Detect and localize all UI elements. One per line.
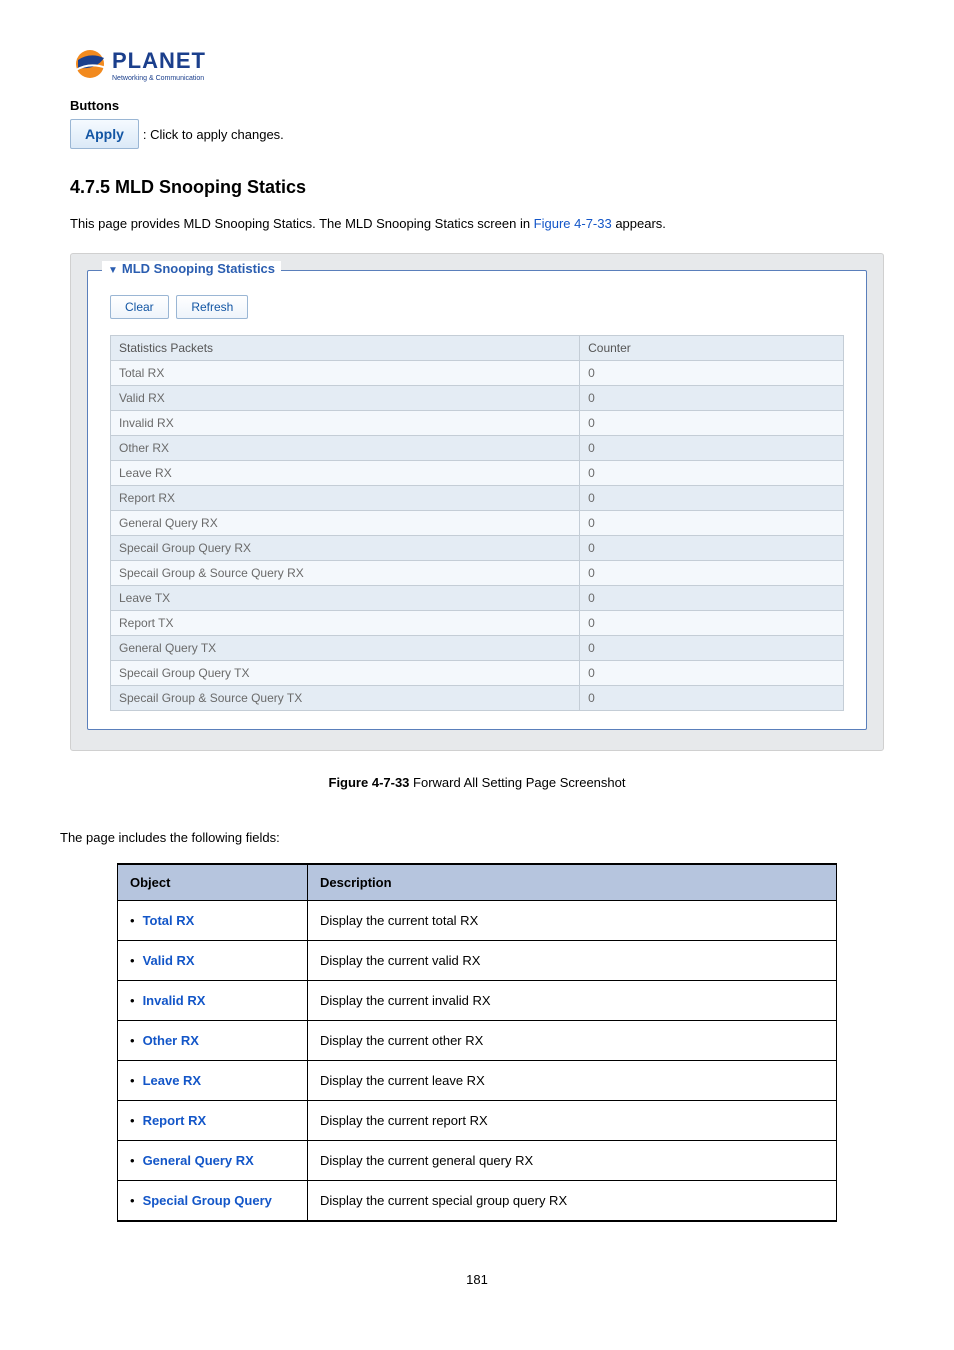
field-description: Display the current special group query … [308, 1181, 837, 1222]
fields-header-object: Object [118, 864, 308, 901]
table-row: Valid RX0 [111, 386, 844, 411]
stat-name: Specail Group & Source Query TX [111, 686, 580, 711]
fields-row: •Invalid RXDisplay the current invalid R… [118, 981, 837, 1021]
stat-value: 0 [580, 386, 844, 411]
stat-value: 0 [580, 436, 844, 461]
field-object: •Invalid RX [118, 981, 308, 1021]
stat-name: Report TX [111, 611, 580, 636]
stat-name: Valid RX [111, 386, 580, 411]
figure-caption: Figure 4-7-33 Forward All Setting Page S… [70, 775, 884, 790]
stat-value: 0 [580, 661, 844, 686]
apply-button[interactable]: Apply [70, 119, 139, 149]
screenshot-panel: ▼ MLD Snooping Statistics Clear Refresh S… [70, 253, 884, 751]
field-description: Display the current general query RX [308, 1141, 837, 1181]
field-description: Display the current other RX [308, 1021, 837, 1061]
table-row: Report TX0 [111, 611, 844, 636]
stat-value: 0 [580, 636, 844, 661]
field-description: Display the current valid RX [308, 941, 837, 981]
table-row: Leave TX0 [111, 586, 844, 611]
stat-value: 0 [580, 411, 844, 436]
stat-name: Leave TX [111, 586, 580, 611]
intro-post: appears. [612, 216, 666, 231]
stat-value: 0 [580, 586, 844, 611]
statistics-panel: ▼MLD Snooping Statistics Clear Refresh S… [87, 270, 867, 730]
field-description: Display the current total RX [308, 901, 837, 941]
refresh-button[interactable]: Refresh [176, 295, 248, 319]
fields-row: •Leave RXDisplay the current leave RX [118, 1061, 837, 1101]
stat-name: Report RX [111, 486, 580, 511]
stat-name: Total RX [111, 361, 580, 386]
table-row: General Query RX0 [111, 511, 844, 536]
panel-title: ▼ MLD Snooping Statistics [102, 261, 281, 276]
stat-value: 0 [580, 561, 844, 586]
table-row: Invalid RX0 [111, 411, 844, 436]
stats-header-counter: Counter [580, 336, 844, 361]
section-heading: 4.7.5 MLD Snooping Statics [70, 177, 884, 198]
intro-pre: This page provides MLD Snooping Statics.… [70, 216, 534, 231]
field-object: •Total RX [118, 901, 308, 941]
stat-value: 0 [580, 686, 844, 711]
stat-name: Invalid RX [111, 411, 580, 436]
figure-number: Figure 4-7-33 [329, 775, 410, 790]
stat-value: 0 [580, 461, 844, 486]
stat-value: 0 [580, 361, 844, 386]
field-description: Display the current leave RX [308, 1061, 837, 1101]
field-description: Display the current invalid RX [308, 981, 837, 1021]
stat-name: General Query RX [111, 511, 580, 536]
fields-header-description: Description [308, 864, 837, 901]
fields-row: •General Query RXDisplay the current gen… [118, 1141, 837, 1181]
fields-intro: The page includes the following fields: [60, 830, 884, 845]
brand-logo: PLANET Networking & Communication [70, 40, 884, 88]
stat-value: 0 [580, 486, 844, 511]
table-row: Total RX0 [111, 361, 844, 386]
figure-reference: Figure 4-7-33 [534, 216, 612, 231]
table-row: Specail Group & Source Query TX0 [111, 686, 844, 711]
field-object: •General Query RX [118, 1141, 308, 1181]
fields-row: •Report RXDisplay the current report RX [118, 1101, 837, 1141]
stat-value: 0 [580, 511, 844, 536]
stat-name: Specail Group & Source Query RX [111, 561, 580, 586]
stat-name: General Query TX [111, 636, 580, 661]
field-object: •Valid RX [118, 941, 308, 981]
stat-name: Other RX [111, 436, 580, 461]
field-description: Display the current report RX [308, 1101, 837, 1141]
figure-caption-text: Forward All Setting Page Screenshot [409, 775, 625, 790]
field-object: •Other RX [118, 1021, 308, 1061]
clear-button[interactable]: Clear [110, 295, 169, 319]
caret-down-icon: ▼ [108, 265, 118, 276]
table-row: Specail Group Query RX0 [111, 536, 844, 561]
table-row: Other RX0 [111, 436, 844, 461]
table-row: General Query TX0 [111, 636, 844, 661]
table-row: Leave RX0 [111, 461, 844, 486]
fields-row: •Other RXDisplay the current other RX [118, 1021, 837, 1061]
brand-tagline: Networking & Communication [112, 75, 204, 82]
table-row: Specail Group & Source Query RX0 [111, 561, 844, 586]
field-object: •Special Group Query [118, 1181, 308, 1222]
statistics-table: Statistics Packets Counter Total RX0 Val… [110, 335, 844, 711]
table-row: Report RX0 [111, 486, 844, 511]
fields-row: •Valid RXDisplay the current valid RX [118, 941, 837, 981]
page-number: 181 [70, 1272, 884, 1287]
buttons-label: Buttons [70, 98, 884, 113]
stat-name: Specail Group Query TX [111, 661, 580, 686]
brand-name: PLANET [112, 48, 206, 73]
fields-row: •Special Group QueryDisplay the current … [118, 1181, 837, 1222]
fields-table: Object Description •Total RXDisplay the … [117, 863, 837, 1222]
stats-header-packets: Statistics Packets [111, 336, 580, 361]
field-object: •Leave RX [118, 1061, 308, 1101]
stat-name: Specail Group Query RX [111, 536, 580, 561]
table-row: Specail Group Query TX0 [111, 661, 844, 686]
field-object: •Report RX [118, 1101, 308, 1141]
fields-row: •Total RXDisplay the current total RX [118, 901, 837, 941]
panel-title-text: MLD Snooping Statistics [122, 261, 275, 276]
stat-name: Leave RX [111, 461, 580, 486]
stat-value: 0 [580, 536, 844, 561]
stat-value: 0 [580, 611, 844, 636]
apply-description: : Click to apply changes. [143, 127, 284, 142]
intro-text: This page provides MLD Snooping Statics.… [70, 216, 884, 231]
